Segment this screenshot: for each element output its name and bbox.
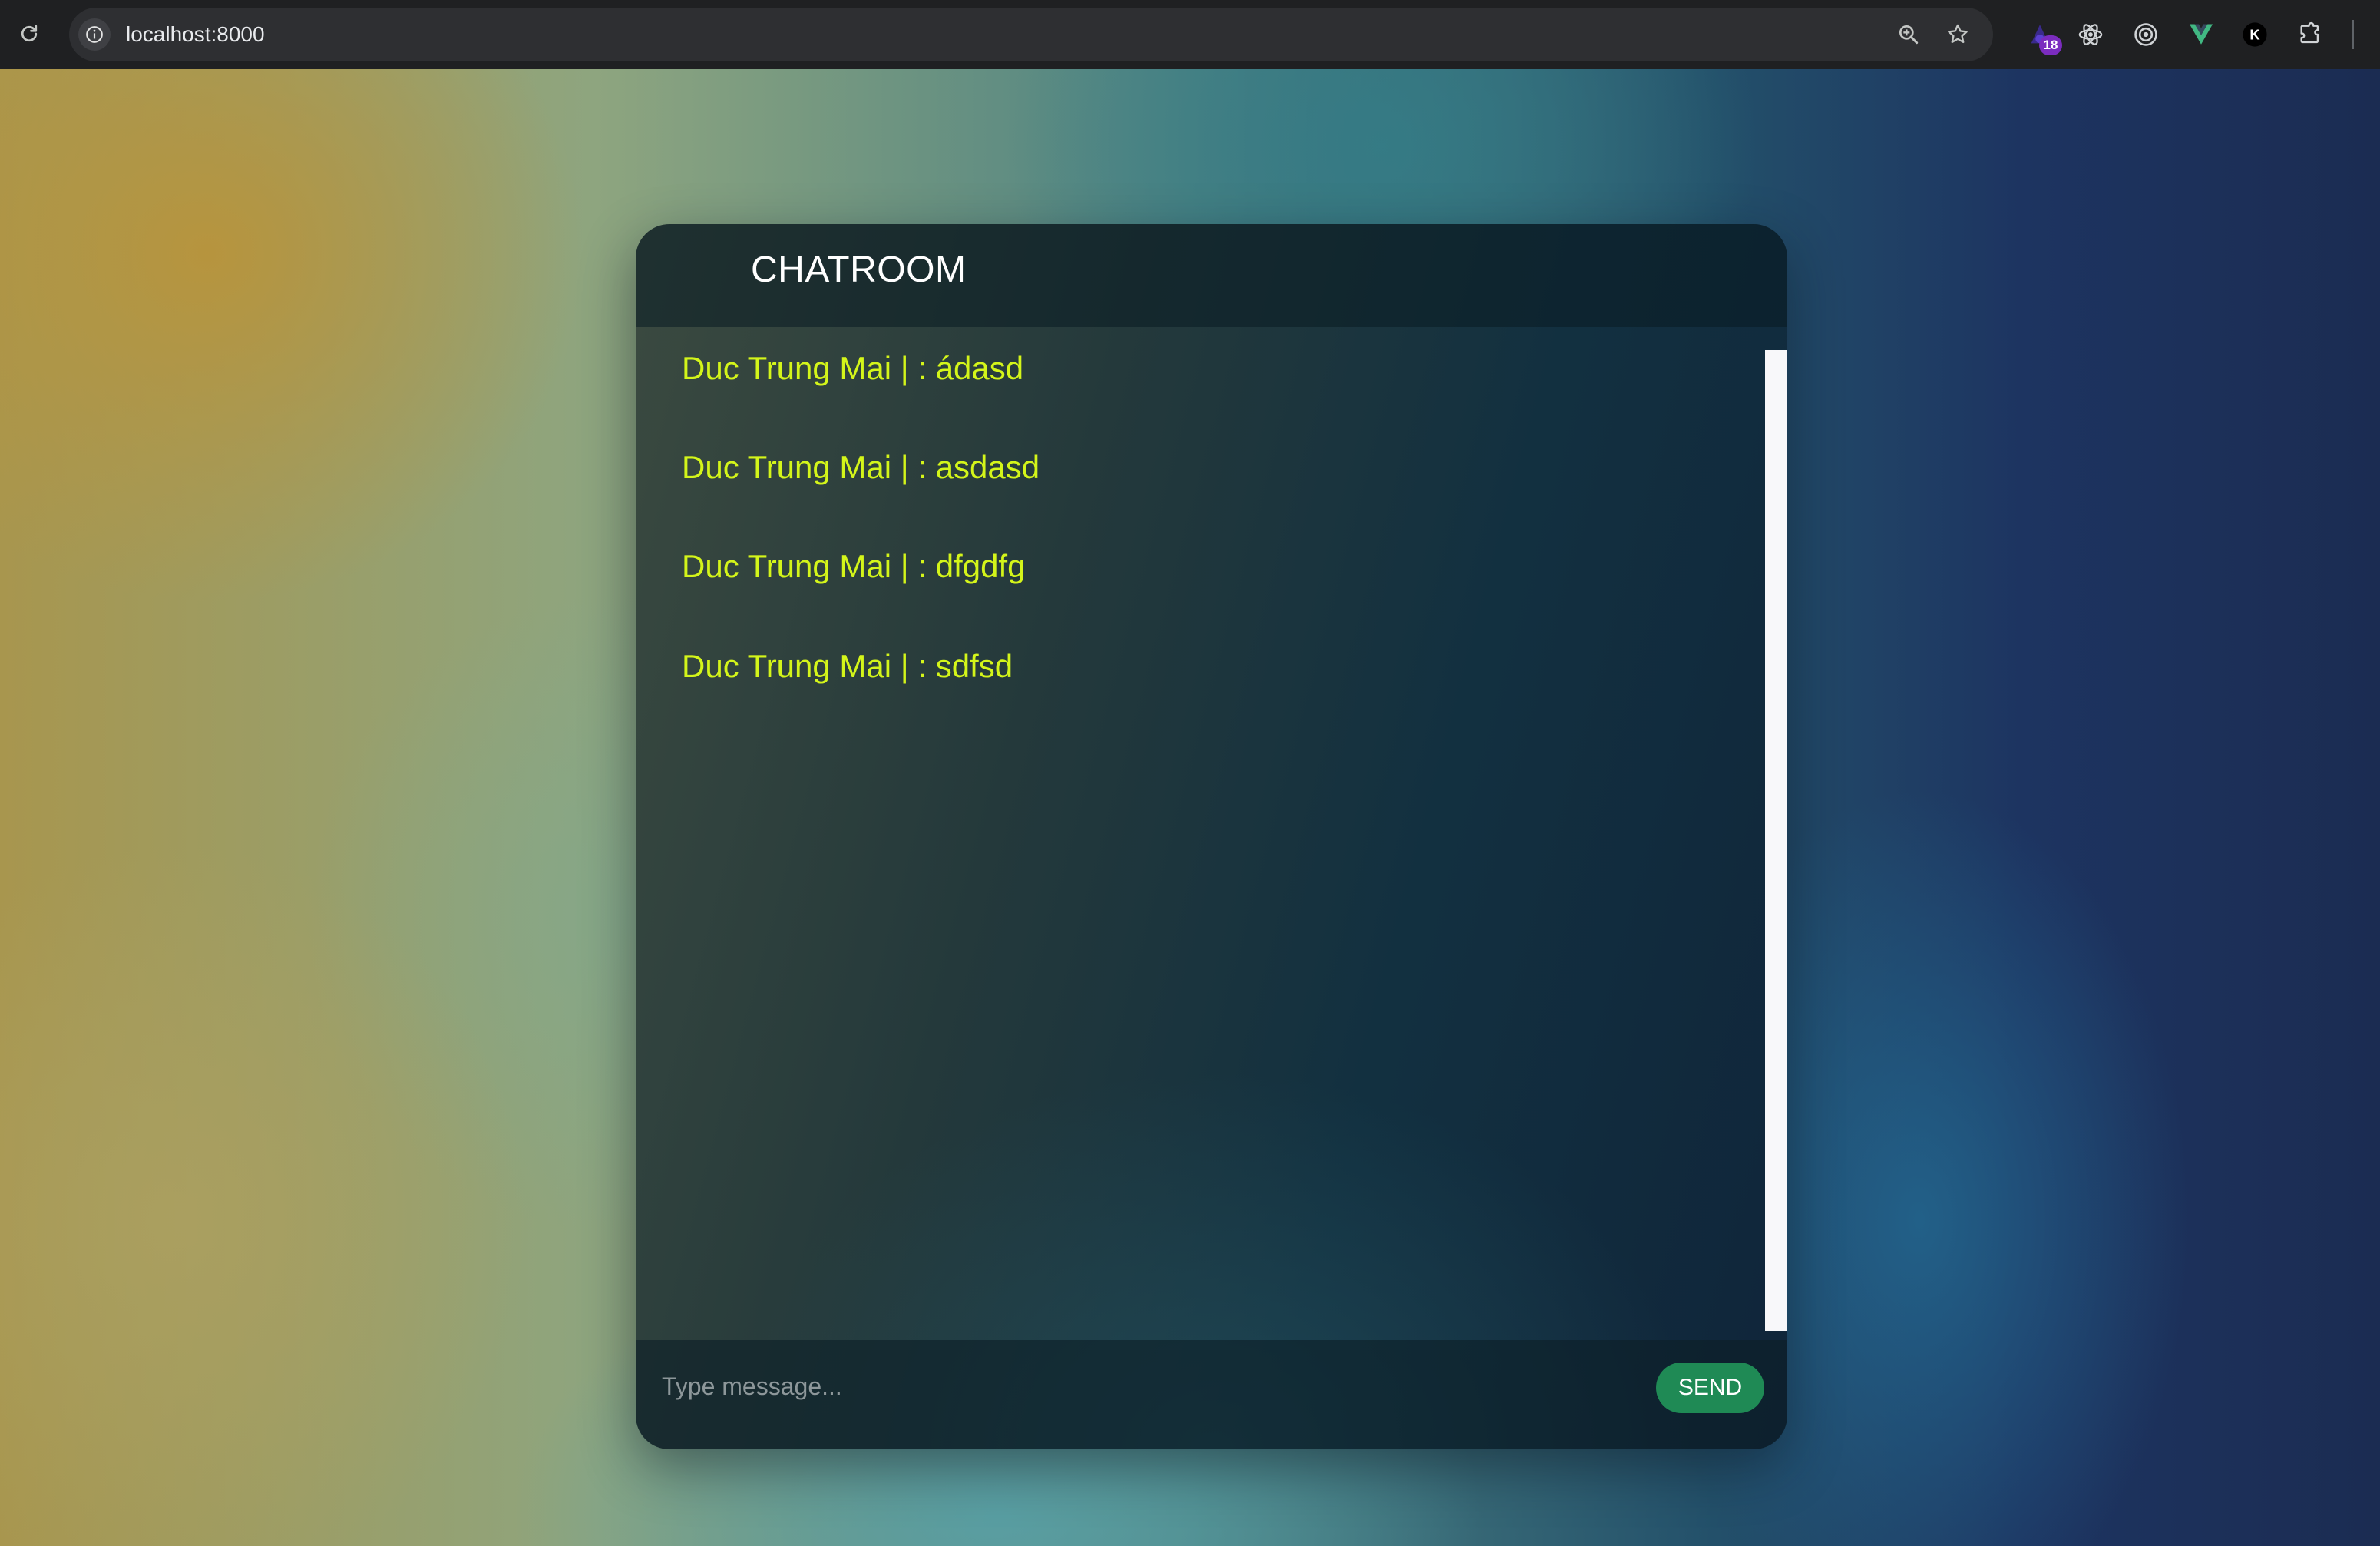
url-text[interactable]: localhost:8000 <box>126 21 265 48</box>
send-button[interactable]: SEND <box>1656 1363 1764 1413</box>
vue-devtools-icon <box>2190 24 2213 45</box>
message-item: Duc Trung Mai | : asdasd <box>682 449 1040 485</box>
reload-button[interactable] <box>14 17 45 51</box>
message-item: Duc Trung Mai | : dfgdfg <box>682 548 1026 584</box>
zoom-icon <box>1899 25 1919 45</box>
message-input[interactable] <box>662 1363 1645 1409</box>
message-item: Duc Trung Mai | : ádasd <box>682 350 1024 386</box>
k-extension-icon: K <box>2243 22 2267 47</box>
message-list: Duc Trung Mai | : ádasd Duc Trung Mai | … <box>636 327 1766 1340</box>
message-scrollbar[interactable] <box>1765 350 1787 1331</box>
react-devtools-button[interactable] <box>2074 18 2107 51</box>
toolbar-divider <box>2352 20 2354 49</box>
react-devtools-icon <box>2078 24 2103 45</box>
chat-title: CHATROOM <box>751 249 967 290</box>
chat-header: CHATROOM <box>636 224 1787 327</box>
chat-window: CHATROOM Duc Trung Mai | : ádasd Duc Tru… <box>636 224 1787 1449</box>
svg-text:K: K <box>2249 26 2260 42</box>
page-background: CHATROOM Duc Trung Mai | : ádasd Duc Tru… <box>0 69 2380 1546</box>
target-extension-icon <box>2134 23 2157 46</box>
target-extension-button[interactable] <box>2130 18 2162 51</box>
message-item: Duc Trung Mai | : sdfsd <box>682 648 1013 684</box>
chat-input-bar: SEND <box>636 1340 1787 1449</box>
info-icon <box>86 26 103 43</box>
wizard-extension-button[interactable]: 18 <box>2024 18 2062 55</box>
address-bar[interactable]: localhost:8000 <box>69 8 1993 61</box>
vue-devtools-button[interactable] <box>2185 18 2217 51</box>
extension-badge: 18 <box>2039 35 2062 55</box>
site-info-button[interactable] <box>78 18 111 51</box>
reload-icon <box>21 25 38 42</box>
extensions-menu-button[interactable] <box>2294 18 2326 51</box>
zoom-button[interactable] <box>1895 21 1922 48</box>
star-icon <box>1948 24 1968 44</box>
k-extension-button[interactable]: K <box>2239 18 2271 51</box>
browser-toolbar: localhost:8000 18 K <box>0 0 2380 69</box>
puzzle-extensions-icon <box>2300 21 2319 44</box>
bookmark-button[interactable] <box>1944 21 1972 48</box>
